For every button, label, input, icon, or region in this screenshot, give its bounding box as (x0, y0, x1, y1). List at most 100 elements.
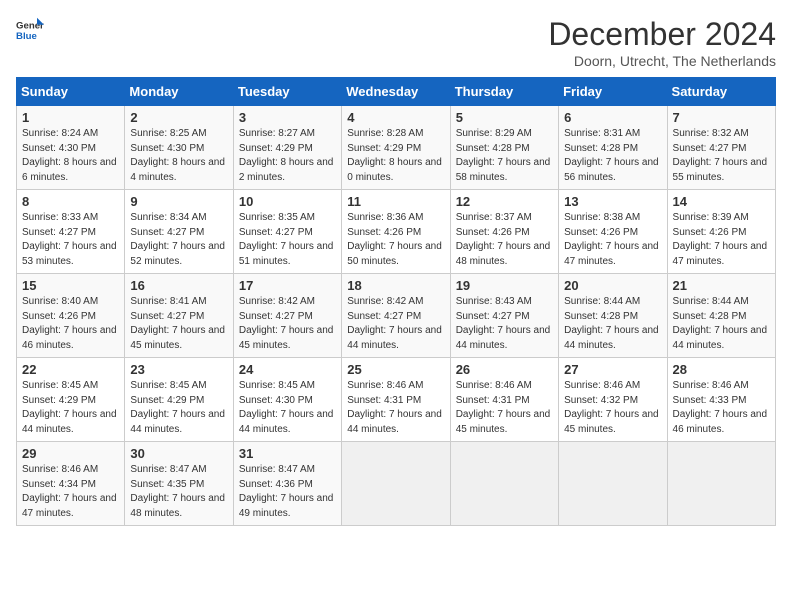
day-number: 5 (456, 110, 553, 125)
day-number: 11 (347, 194, 444, 209)
calendar-cell (450, 442, 558, 526)
day-info: Sunrise: 8:25 AMSunset: 4:30 PMDaylight:… (130, 128, 225, 183)
day-info: Sunrise: 8:37 AMSunset: 4:26 PMDaylight:… (456, 212, 551, 267)
header-thursday: Thursday (450, 78, 558, 106)
day-number: 9 (130, 194, 227, 209)
logo-icon: General Blue (16, 16, 44, 44)
calendar-week-4: 22 Sunrise: 8:45 AMSunset: 4:29 PMDaylig… (17, 358, 776, 442)
day-number: 23 (130, 362, 227, 377)
day-number: 29 (22, 446, 119, 461)
day-number: 21 (673, 278, 770, 293)
day-info: Sunrise: 8:40 AMSunset: 4:26 PMDaylight:… (22, 296, 117, 351)
calendar-header-row: SundayMondayTuesdayWednesdayThursdayFrid… (17, 78, 776, 106)
day-info: Sunrise: 8:46 AMSunset: 4:31 PMDaylight:… (347, 380, 442, 435)
day-info: Sunrise: 8:29 AMSunset: 4:28 PMDaylight:… (456, 128, 551, 183)
day-number: 6 (564, 110, 661, 125)
calendar-week-5: 29 Sunrise: 8:46 AMSunset: 4:34 PMDaylig… (17, 442, 776, 526)
day-number: 17 (239, 278, 336, 293)
calendar-cell: 27 Sunrise: 8:46 AMSunset: 4:32 PMDaylig… (559, 358, 667, 442)
calendar-cell: 7 Sunrise: 8:32 AMSunset: 4:27 PMDayligh… (667, 106, 775, 190)
location: Doorn, Utrecht, The Netherlands (548, 53, 776, 69)
calendar-cell: 15 Sunrise: 8:40 AMSunset: 4:26 PMDaylig… (17, 274, 125, 358)
calendar-cell: 1 Sunrise: 8:24 AMSunset: 4:30 PMDayligh… (17, 106, 125, 190)
day-info: Sunrise: 8:46 AMSunset: 4:32 PMDaylight:… (564, 380, 659, 435)
day-number: 16 (130, 278, 227, 293)
day-number: 3 (239, 110, 336, 125)
calendar-cell: 28 Sunrise: 8:46 AMSunset: 4:33 PMDaylig… (667, 358, 775, 442)
day-info: Sunrise: 8:35 AMSunset: 4:27 PMDaylight:… (239, 212, 334, 267)
calendar-cell: 10 Sunrise: 8:35 AMSunset: 4:27 PMDaylig… (233, 190, 341, 274)
day-info: Sunrise: 8:24 AMSunset: 4:30 PMDaylight:… (22, 128, 117, 183)
day-info: Sunrise: 8:45 AMSunset: 4:30 PMDaylight:… (239, 380, 334, 435)
day-info: Sunrise: 8:42 AMSunset: 4:27 PMDaylight:… (239, 296, 334, 351)
day-number: 22 (22, 362, 119, 377)
day-info: Sunrise: 8:46 AMSunset: 4:34 PMDaylight:… (22, 464, 117, 519)
calendar-cell: 31 Sunrise: 8:47 AMSunset: 4:36 PMDaylig… (233, 442, 341, 526)
calendar-cell: 30 Sunrise: 8:47 AMSunset: 4:35 PMDaylig… (125, 442, 233, 526)
calendar-cell: 25 Sunrise: 8:46 AMSunset: 4:31 PMDaylig… (342, 358, 450, 442)
calendar-cell (667, 442, 775, 526)
day-number: 31 (239, 446, 336, 461)
header-sunday: Sunday (17, 78, 125, 106)
day-info: Sunrise: 8:46 AMSunset: 4:33 PMDaylight:… (673, 380, 768, 435)
day-info: Sunrise: 8:47 AMSunset: 4:35 PMDaylight:… (130, 464, 225, 519)
header-friday: Friday (559, 78, 667, 106)
calendar-week-3: 15 Sunrise: 8:40 AMSunset: 4:26 PMDaylig… (17, 274, 776, 358)
day-info: Sunrise: 8:44 AMSunset: 4:28 PMDaylight:… (673, 296, 768, 351)
day-number: 14 (673, 194, 770, 209)
day-info: Sunrise: 8:46 AMSunset: 4:31 PMDaylight:… (456, 380, 551, 435)
calendar-cell: 24 Sunrise: 8:45 AMSunset: 4:30 PMDaylig… (233, 358, 341, 442)
calendar-cell: 11 Sunrise: 8:36 AMSunset: 4:26 PMDaylig… (342, 190, 450, 274)
day-number: 20 (564, 278, 661, 293)
calendar-cell: 26 Sunrise: 8:46 AMSunset: 4:31 PMDaylig… (450, 358, 558, 442)
day-number: 12 (456, 194, 553, 209)
day-number: 18 (347, 278, 444, 293)
day-number: 4 (347, 110, 444, 125)
day-number: 28 (673, 362, 770, 377)
calendar-week-2: 8 Sunrise: 8:33 AMSunset: 4:27 PMDayligh… (17, 190, 776, 274)
day-info: Sunrise: 8:27 AMSunset: 4:29 PMDaylight:… (239, 128, 334, 183)
day-number: 7 (673, 110, 770, 125)
header-saturday: Saturday (667, 78, 775, 106)
day-info: Sunrise: 8:34 AMSunset: 4:27 PMDaylight:… (130, 212, 225, 267)
day-info: Sunrise: 8:42 AMSunset: 4:27 PMDaylight:… (347, 296, 442, 351)
day-info: Sunrise: 8:36 AMSunset: 4:26 PMDaylight:… (347, 212, 442, 267)
calendar-cell (342, 442, 450, 526)
calendar-table: SundayMondayTuesdayWednesdayThursdayFrid… (16, 77, 776, 526)
day-number: 26 (456, 362, 553, 377)
page-header: General Blue December 2024 Doorn, Utrech… (16, 16, 776, 69)
day-number: 25 (347, 362, 444, 377)
day-number: 24 (239, 362, 336, 377)
day-info: Sunrise: 8:32 AMSunset: 4:27 PMDaylight:… (673, 128, 768, 183)
calendar-cell: 19 Sunrise: 8:43 AMSunset: 4:27 PMDaylig… (450, 274, 558, 358)
day-info: Sunrise: 8:44 AMSunset: 4:28 PMDaylight:… (564, 296, 659, 351)
calendar-cell: 14 Sunrise: 8:39 AMSunset: 4:26 PMDaylig… (667, 190, 775, 274)
calendar-cell: 29 Sunrise: 8:46 AMSunset: 4:34 PMDaylig… (17, 442, 125, 526)
calendar-cell: 17 Sunrise: 8:42 AMSunset: 4:27 PMDaylig… (233, 274, 341, 358)
day-number: 13 (564, 194, 661, 209)
day-info: Sunrise: 8:39 AMSunset: 4:26 PMDaylight:… (673, 212, 768, 267)
calendar-cell: 20 Sunrise: 8:44 AMSunset: 4:28 PMDaylig… (559, 274, 667, 358)
day-number: 15 (22, 278, 119, 293)
svg-text:Blue: Blue (16, 31, 37, 42)
day-number: 19 (456, 278, 553, 293)
header-wednesday: Wednesday (342, 78, 450, 106)
calendar-cell: 4 Sunrise: 8:28 AMSunset: 4:29 PMDayligh… (342, 106, 450, 190)
day-number: 1 (22, 110, 119, 125)
calendar-cell: 22 Sunrise: 8:45 AMSunset: 4:29 PMDaylig… (17, 358, 125, 442)
logo: General Blue (16, 16, 44, 44)
day-number: 2 (130, 110, 227, 125)
calendar-cell: 9 Sunrise: 8:34 AMSunset: 4:27 PMDayligh… (125, 190, 233, 274)
calendar-cell: 8 Sunrise: 8:33 AMSunset: 4:27 PMDayligh… (17, 190, 125, 274)
day-number: 30 (130, 446, 227, 461)
calendar-cell: 2 Sunrise: 8:25 AMSunset: 4:30 PMDayligh… (125, 106, 233, 190)
calendar-cell: 18 Sunrise: 8:42 AMSunset: 4:27 PMDaylig… (342, 274, 450, 358)
day-number: 27 (564, 362, 661, 377)
header-tuesday: Tuesday (233, 78, 341, 106)
calendar-cell: 6 Sunrise: 8:31 AMSunset: 4:28 PMDayligh… (559, 106, 667, 190)
day-number: 8 (22, 194, 119, 209)
calendar-cell: 12 Sunrise: 8:37 AMSunset: 4:26 PMDaylig… (450, 190, 558, 274)
calendar-cell: 16 Sunrise: 8:41 AMSunset: 4:27 PMDaylig… (125, 274, 233, 358)
day-info: Sunrise: 8:38 AMSunset: 4:26 PMDaylight:… (564, 212, 659, 267)
day-info: Sunrise: 8:31 AMSunset: 4:28 PMDaylight:… (564, 128, 659, 183)
